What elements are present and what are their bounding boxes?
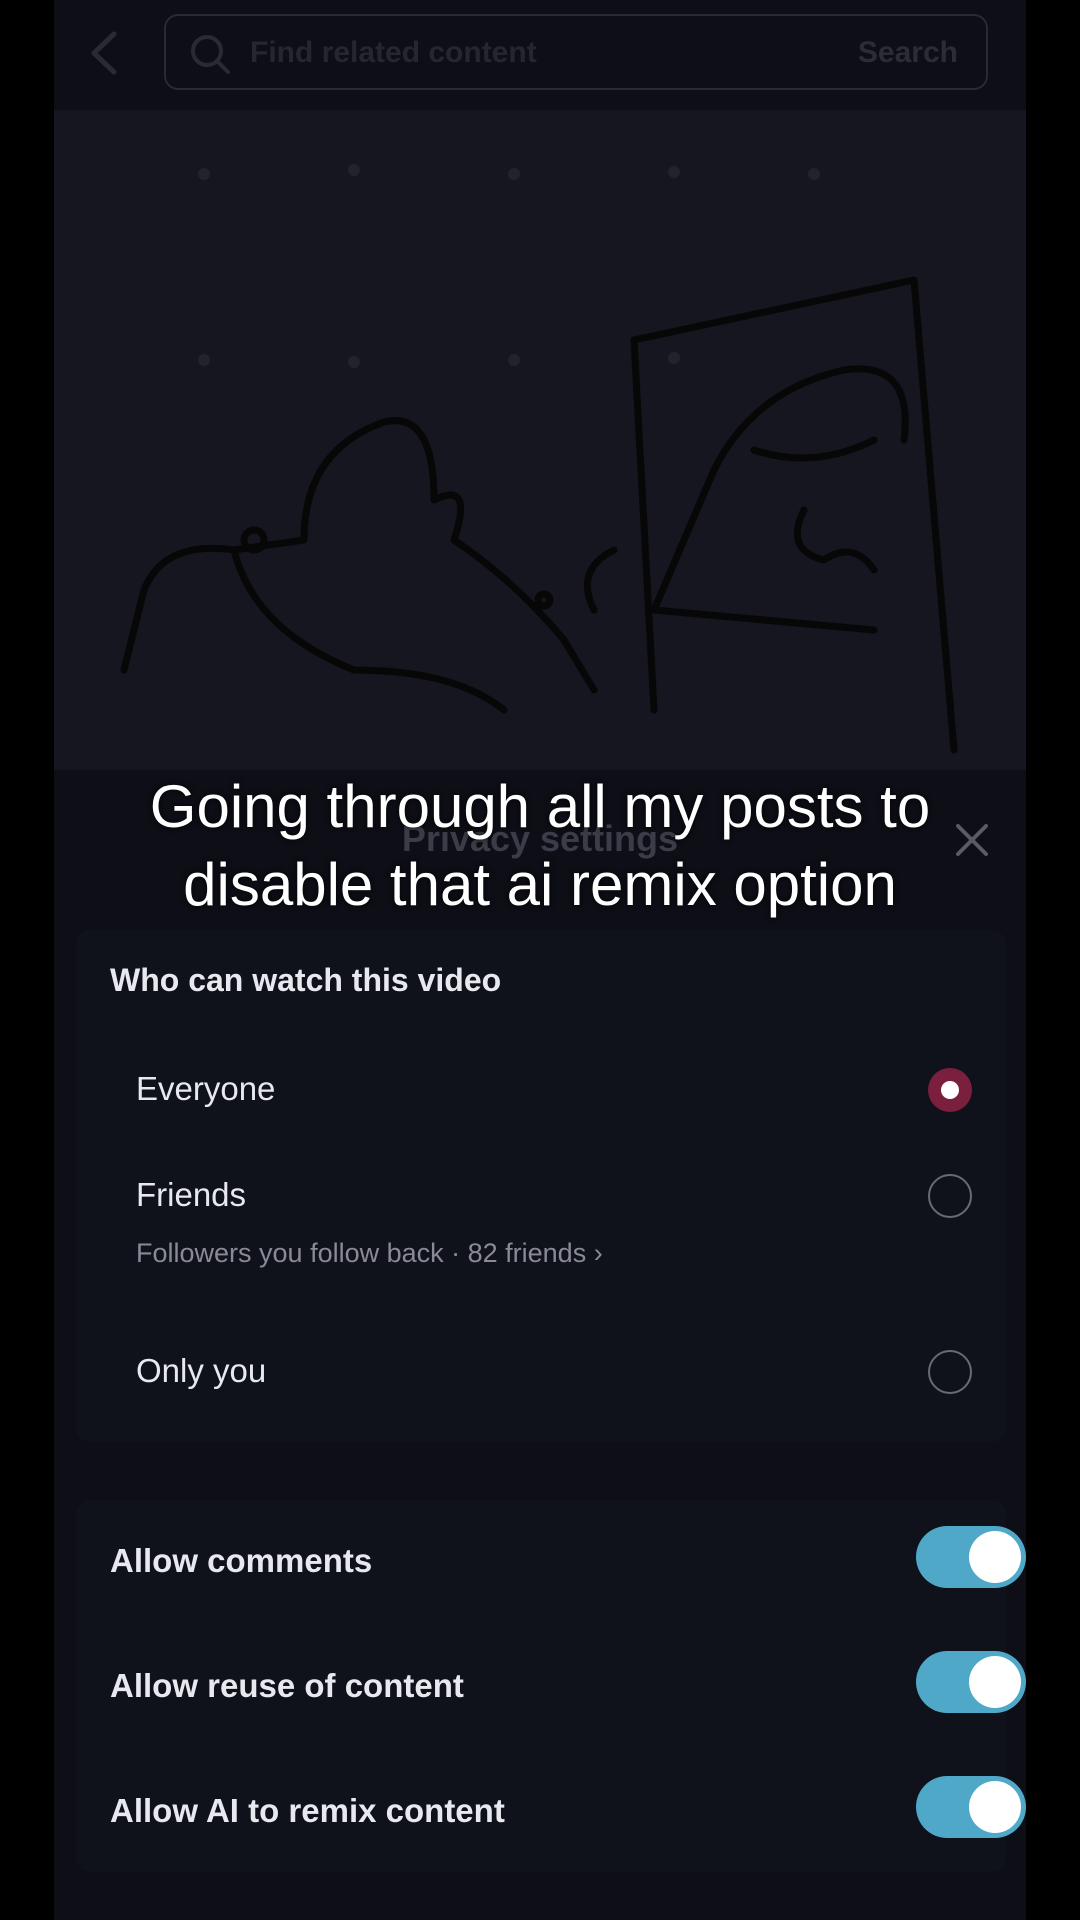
toggle-knob: [969, 1781, 1021, 1833]
allow-reuse-label: Allow reuse of content: [110, 1667, 464, 1704]
video-caption: Going through all my posts to disable th…: [54, 768, 1026, 924]
toggle-knob: [969, 1656, 1021, 1708]
video-background-sketch: [54, 110, 1026, 770]
watch-permissions-card: Who can watch this video Everyone Friend…: [76, 930, 1006, 1442]
radio-everyone[interactable]: [928, 1068, 972, 1112]
allow-ai-remix-label: Allow AI to remix content: [110, 1792, 505, 1829]
top-bar: Find related content Search: [54, 0, 1026, 110]
friends-sublabel-text: Followers you follow back · 82 friends: [136, 1238, 587, 1268]
chevron-right-icon: ›: [593, 1238, 603, 1268]
phone-screen: Find related content Search Privacy sett…: [54, 0, 1026, 1920]
watch-heading: Who can watch this video: [110, 962, 502, 998]
search-input[interactable]: Find related content Search: [164, 14, 988, 90]
toggle-knob: [969, 1531, 1021, 1583]
back-arrow-icon[interactable]: [84, 28, 124, 78]
option-friends-sublabel[interactable]: Followers you follow back · 82 friends ›: [136, 1238, 603, 1269]
interaction-settings-card: Allow comments Allow reuse of content Al…: [76, 1500, 1026, 1872]
search-placeholder: Find related content: [250, 36, 537, 69]
allow-reuse-toggle[interactable]: [916, 1651, 1026, 1713]
radio-friends[interactable]: [928, 1174, 972, 1218]
allow-comments-label: Allow comments: [110, 1542, 373, 1579]
option-only-you-label: Only you: [136, 1352, 267, 1389]
allow-comments-toggle[interactable]: [916, 1526, 1026, 1588]
caption-line-2: disable that ai remix option: [183, 851, 897, 918]
search-icon: [191, 35, 230, 74]
radio-only-you[interactable]: [928, 1350, 972, 1394]
search-button[interactable]: Search: [858, 36, 958, 70]
caption-line-1: Going through all my posts to: [149, 773, 931, 840]
allow-ai-remix-toggle[interactable]: [916, 1776, 1026, 1838]
option-friends-label: Friends: [136, 1176, 247, 1213]
option-everyone-label: Everyone: [136, 1070, 276, 1107]
